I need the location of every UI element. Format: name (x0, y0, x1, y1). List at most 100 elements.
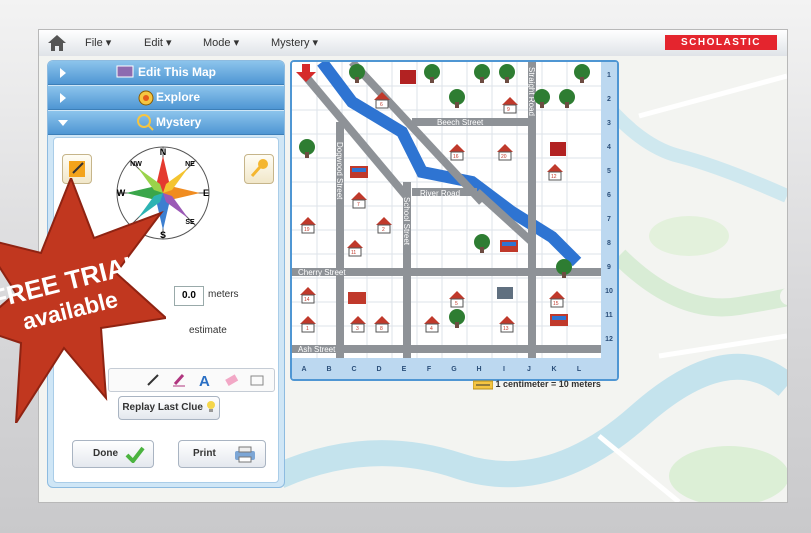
menu-mode[interactable]: Mode ▾ (203, 36, 239, 49)
row-label: 12 (605, 336, 613, 343)
mystery-grid-map[interactable]: Beech Street River Road Cherry Street As… (290, 60, 619, 381)
compass-se-label: SE (185, 219, 195, 226)
print-label: Print (193, 448, 216, 459)
column-label: H (476, 366, 481, 373)
section-edit-this-map[interactable]: Edit This Map (48, 61, 284, 85)
menu-mystery[interactable]: Mystery ▾ (271, 36, 318, 49)
section-label: Explore (156, 90, 201, 104)
meters-input[interactable]: 0.0 (174, 286, 204, 306)
home-icon[interactable] (47, 34, 67, 52)
street-label: School Street (402, 197, 411, 246)
menu-edit-label: Edit (144, 37, 163, 49)
compass-small-icon (138, 90, 154, 106)
row-label: 11 (605, 312, 613, 319)
row-label: 7 (607, 216, 611, 223)
column-label: C (351, 366, 356, 373)
column-label: G (451, 366, 457, 373)
map-scale: 1 centimeter = 10 meters (472, 379, 601, 390)
column-label: K (551, 366, 556, 373)
svg-text:A: A (199, 373, 210, 389)
compass-n-label: N (160, 147, 167, 157)
street-label: Beech Street (437, 118, 484, 127)
eraser-tool-icon[interactable] (223, 372, 239, 388)
key-tool-button[interactable] (244, 154, 274, 184)
house-number: 12 (551, 174, 557, 180)
scale-text: 1 centimeter = 10 meters (495, 379, 601, 389)
meters-label: meters (208, 289, 239, 300)
row-label: 6 (607, 192, 611, 199)
street-label: River Road (420, 189, 460, 198)
row-label: 8 (607, 240, 611, 247)
section-label: Mystery (156, 115, 202, 129)
house-number: 11 (351, 250, 356, 256)
key-icon (250, 159, 268, 177)
text-tool-icon[interactable]: A (197, 371, 213, 389)
row-label: 10 (605, 288, 613, 295)
shop-icon (497, 287, 513, 299)
menu-edit[interactable]: Edit ▾ (144, 36, 172, 49)
print-button[interactable]: Print (178, 440, 266, 468)
menu-file-label: File (85, 37, 103, 49)
street-label: Cherry Street (298, 268, 346, 277)
section-explore[interactable]: Explore (48, 86, 284, 110)
scale-bar-icon (472, 380, 494, 390)
done-button[interactable]: Done (72, 440, 154, 468)
row-label: 2 (607, 96, 611, 103)
scholastic-logo: SCHOLASTIC (665, 35, 777, 50)
column-label: D (376, 366, 381, 373)
house-number: 20 (501, 154, 507, 160)
section-mystery[interactable]: Mystery (48, 111, 284, 135)
row-label: 4 (607, 144, 611, 151)
compass-e-label: E (203, 188, 209, 198)
column-label: A (301, 366, 306, 373)
compass-nw-label: NW (130, 161, 142, 168)
meters-value: 0.0 (182, 290, 196, 301)
menu-bar: File ▾ Edit ▾ Mode ▾ Mystery ▾ SCHOLASTI… (39, 30, 787, 57)
rectangle-tool-icon[interactable] (249, 372, 265, 388)
house-number: 14 (304, 297, 310, 303)
house-number: 13 (503, 326, 509, 332)
column-label: B (326, 366, 331, 373)
printer-icon (235, 446, 255, 463)
house-number: 16 (453, 154, 459, 160)
house-number: 15 (553, 301, 559, 307)
house-number: 2 (382, 227, 385, 233)
street-label: Ash Street (298, 345, 336, 354)
column-label: I (503, 366, 505, 373)
street-label: Straight Road (527, 67, 536, 116)
row-label: 3 (607, 120, 611, 127)
compass-ne-label: NE (185, 161, 195, 168)
house-number: 7 (357, 202, 360, 208)
expand-arrow-icon (60, 68, 66, 78)
done-label: Done (93, 448, 118, 459)
house-number: 8 (380, 326, 383, 332)
house-number: 6 (380, 102, 383, 108)
house-number: 3 (356, 326, 359, 332)
row-label: 9 (607, 264, 611, 271)
magnifier-icon (137, 114, 154, 131)
column-label: L (577, 366, 582, 373)
checkmark-icon (125, 446, 145, 463)
menu-file[interactable]: File ▾ (85, 36, 111, 49)
house-number: 5 (455, 301, 458, 307)
house-number: 1 (306, 326, 309, 332)
store-building-icon (348, 292, 366, 304)
section-label: Edit This Map (138, 65, 216, 79)
estimate-label: estimate (189, 325, 227, 336)
expand-arrow-icon (60, 93, 66, 103)
brand-label: SCHOLASTIC (681, 37, 761, 48)
column-label: E (402, 366, 407, 373)
free-trial-starburst[interactable]: FREE TRIAL available (0, 178, 166, 423)
house-number: 9 (507, 107, 510, 113)
pen-tool-icon[interactable] (171, 372, 187, 388)
barn-icon (550, 142, 566, 156)
house-number: 4 (430, 326, 433, 332)
row-label: 1 (607, 72, 611, 79)
house-number: 19 (304, 227, 310, 233)
monitor-icon (116, 65, 134, 78)
column-label: J (527, 366, 531, 373)
row-label: 5 (607, 168, 611, 175)
column-label: F (427, 366, 432, 373)
menu-mode-label: Mode (203, 37, 231, 49)
menu-mystery-label: Mystery (271, 37, 310, 49)
